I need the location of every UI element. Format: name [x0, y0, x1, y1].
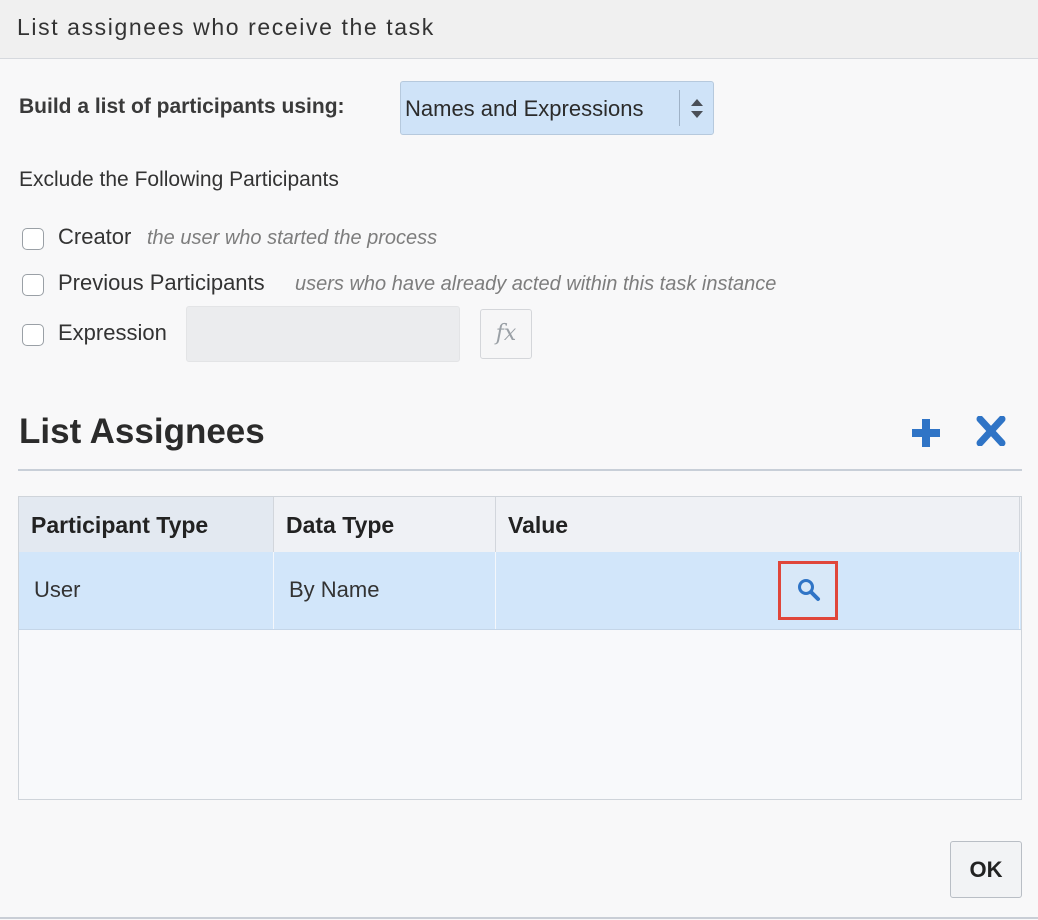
- dialog-title: List assignees who receive the task: [17, 14, 435, 40]
- column-header-participant-type[interactable]: Participant Type: [19, 497, 274, 552]
- dialog: List assignees who receive the task Buil…: [0, 0, 1038, 920]
- creator-hint: the user who started the process: [147, 227, 438, 249]
- value-cell: [496, 552, 1020, 629]
- select-arrows-icon: [691, 99, 703, 118]
- list-assignees-title: List Assignees: [19, 412, 265, 451]
- section-divider: [18, 469, 1022, 471]
- search-value-button[interactable]: [778, 561, 838, 620]
- table-row[interactable]: User By Name: [19, 552, 1021, 630]
- ok-button[interactable]: OK: [950, 841, 1022, 898]
- plus-icon[interactable]: [910, 418, 942, 448]
- dialog-titlebar: List assignees who receive the task: [0, 0, 1038, 59]
- creator-checkbox[interactable]: [22, 228, 44, 250]
- previous-participants-label: Previous Participants: [58, 270, 265, 295]
- previous-participants-checkbox[interactable]: [22, 274, 44, 296]
- previous-participants-hint: users who have already acted within this…: [295, 273, 777, 295]
- bottom-divider: [0, 917, 1038, 919]
- search-icon: [798, 579, 820, 601]
- creator-label: Creator: [58, 224, 132, 249]
- expression-builder-button[interactable]: fx: [480, 309, 532, 359]
- participants-source-value: Names and Expressions: [405, 96, 644, 121]
- assignees-table: Participant Type Data Type Value User By…: [18, 496, 1022, 800]
- participants-source-select[interactable]: Names and Expressions: [400, 81, 714, 135]
- table-header: Participant Type Data Type Value: [19, 497, 1021, 553]
- expression-label: Expression: [58, 320, 167, 345]
- participant-type-cell: User: [19, 552, 274, 629]
- build-list-label: Build a list of participants using:: [19, 95, 345, 118]
- column-header-data-type[interactable]: Data Type: [274, 497, 496, 552]
- select-separator: [679, 90, 680, 126]
- x-icon[interactable]: [975, 416, 1007, 446]
- exclude-heading: Exclude the Following Participants: [19, 168, 339, 191]
- expression-checkbox[interactable]: [22, 324, 44, 346]
- column-header-value[interactable]: Value: [496, 497, 1020, 552]
- data-type-cell: By Name: [274, 552, 496, 629]
- expression-input[interactable]: [186, 306, 460, 362]
